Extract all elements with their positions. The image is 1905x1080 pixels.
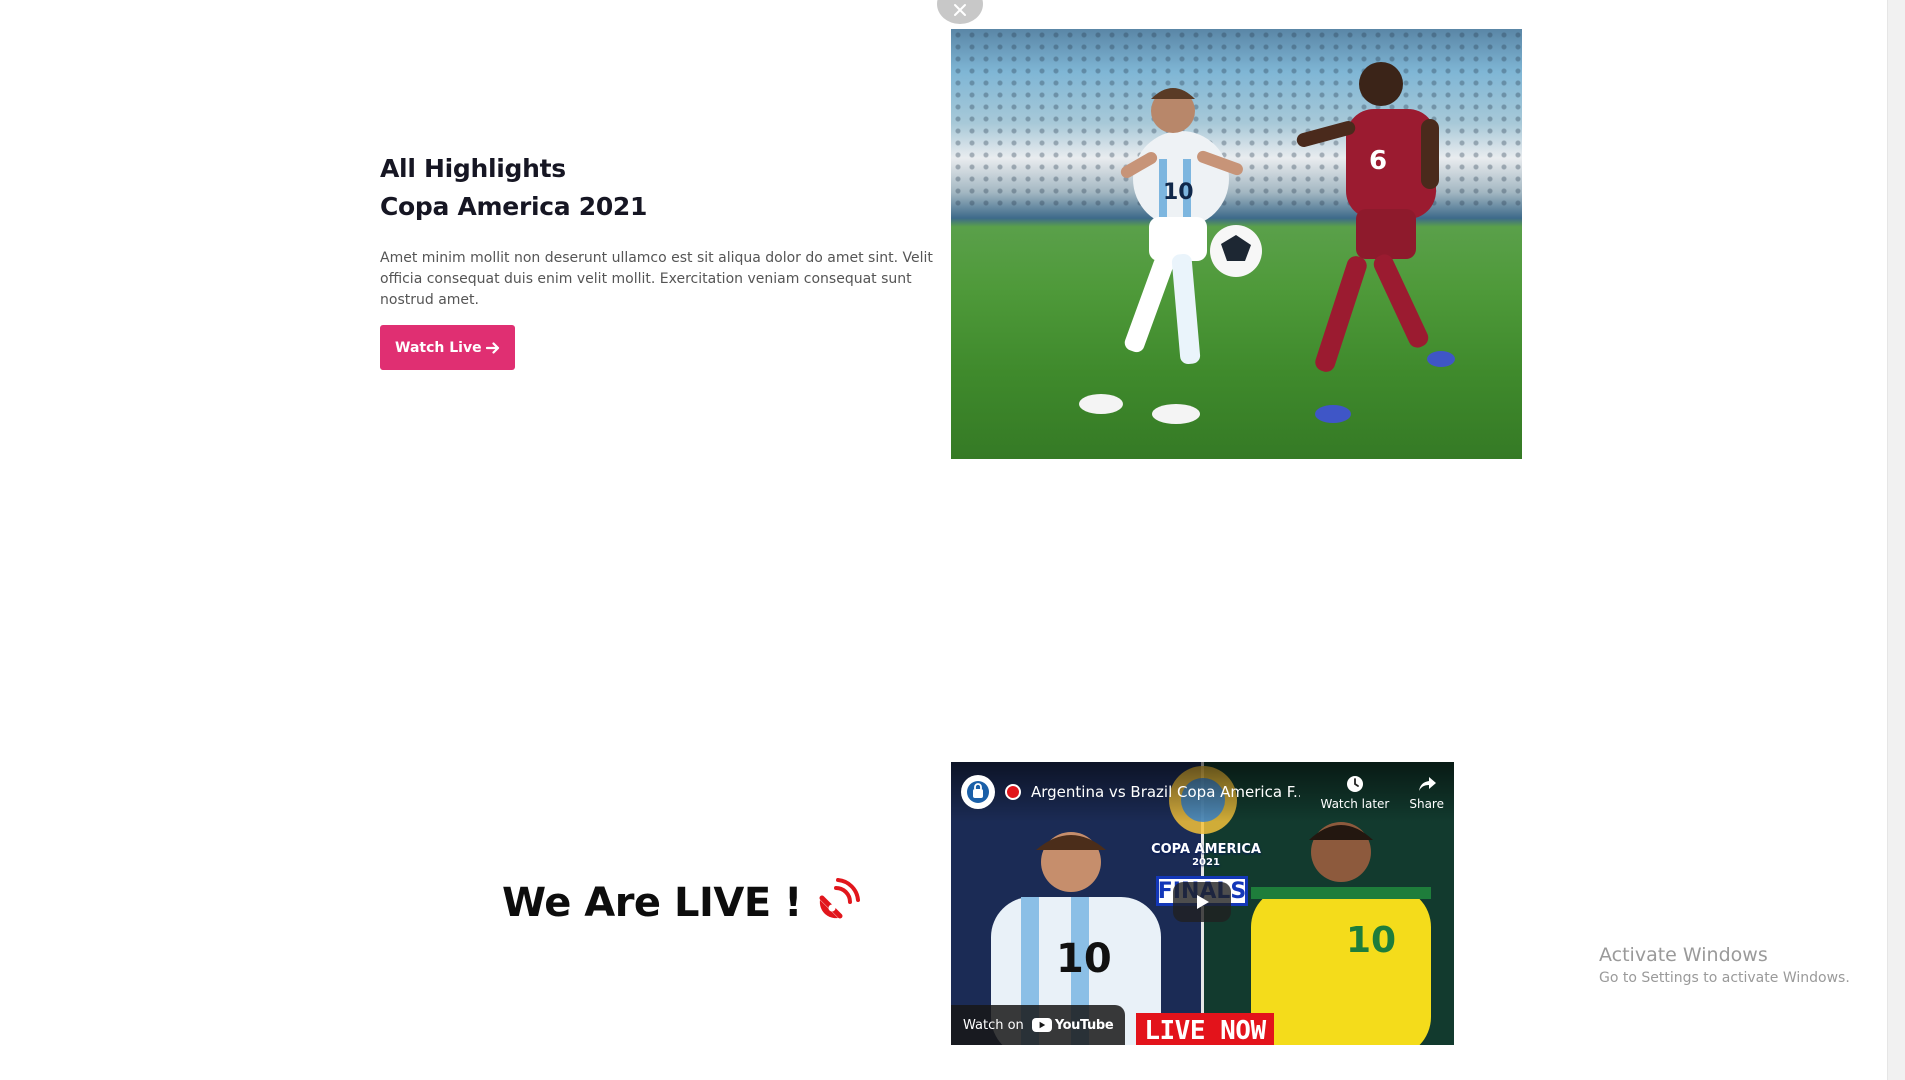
tournament-overlay: COPA AMERICA 2021 (1121, 842, 1291, 868)
watch-on-label: Watch on (963, 1017, 1024, 1033)
close-button[interactable] (937, 0, 983, 24)
watch-live-label: Watch Live (395, 339, 482, 356)
video-title-link[interactable]: Argentina vs Brazil Copa America F... (1031, 783, 1300, 801)
youtube-wordmark: YouTube (1054, 1017, 1114, 1033)
share-label: Share (1409, 796, 1444, 811)
hero-title-line2: Copa America 2021 (380, 192, 648, 221)
tournament-name: COPA AMERICA (1151, 842, 1261, 857)
clock-icon (1346, 775, 1363, 792)
activate-windows-title: Activate Windows (1599, 944, 1768, 966)
svg-text:6: 6 (1369, 146, 1387, 176)
close-icon (954, 4, 966, 16)
live-section-heading: We Are LIVE ! (502, 878, 860, 928)
players-illustration: 10 6 (1079, 62, 1455, 424)
share-arrow-icon (1418, 776, 1436, 791)
youtube-play-icon (1031, 1018, 1052, 1032)
youtube-logo: YouTube (1031, 1017, 1114, 1033)
arrow-right-icon (485, 341, 499, 354)
hero-title-line1: All Highlights (380, 154, 566, 183)
svg-text:10: 10 (1056, 936, 1112, 982)
watch-live-button[interactable]: Watch Live (380, 325, 515, 370)
activate-windows-subtitle: Go to Settings to activate Windows. (1599, 970, 1850, 986)
tournament-year: 2021 (1192, 857, 1220, 868)
hero-description: Amet minim mollit non deserunt ullamco e… (380, 250, 933, 308)
youtube-video-embed[interactable]: 10 10 COPA AMERICA 2021 FINALS Argentina… (951, 762, 1454, 1045)
channel-avatar[interactable] (961, 775, 995, 809)
channel-logo-icon (967, 781, 989, 803)
hero-section: All Highlights Copa America 2021 Amet mi… (380, 150, 955, 370)
svg-text:10: 10 (1163, 180, 1194, 205)
activate-windows-watermark: Activate Windows Go to Settings to activ… (1599, 944, 1850, 986)
share-button[interactable]: Share (1409, 774, 1444, 811)
live-heading-text: We Are LIVE ! (502, 880, 802, 926)
live-indicator-dot (1005, 784, 1021, 800)
watch-on-youtube-button[interactable]: Watch on YouTube (951, 1005, 1126, 1045)
hero-football-image: 10 6 (951, 29, 1522, 459)
watch-later-label: Watch later (1320, 796, 1390, 811)
satellite-dish-icon (814, 878, 860, 928)
hero-title: All Highlights Copa America 2021 (380, 150, 955, 226)
play-icon (1197, 895, 1209, 909)
watch-later-button[interactable]: Watch later (1320, 774, 1389, 811)
svg-text:10: 10 (1346, 920, 1396, 961)
play-button[interactable] (1173, 882, 1231, 922)
video-top-bar: Argentina vs Brazil Copa America F... Wa… (951, 762, 1454, 822)
page-scrollbar[interactable] (1887, 0, 1905, 1080)
live-now-banner: LIVE NOW (1136, 1013, 1274, 1045)
